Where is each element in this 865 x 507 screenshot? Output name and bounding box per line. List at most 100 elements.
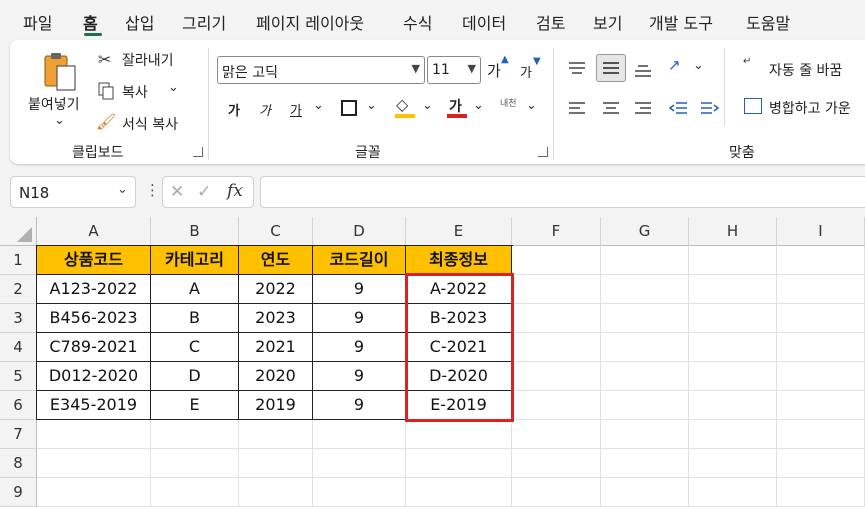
empty-cell[interactable]: [512, 478, 601, 507]
font-name-select[interactable]: 맑은 고딕 ▼: [217, 56, 425, 84]
empty-cell[interactable]: [512, 449, 601, 478]
bold-button[interactable]: 가: [228, 100, 240, 119]
data-cell[interactable]: 2021: [239, 333, 313, 362]
data-cell[interactable]: 9: [313, 362, 406, 391]
empty-cell[interactable]: [151, 420, 239, 449]
format-painter-label[interactable]: 서식 복사: [122, 114, 178, 134]
empty-cell[interactable]: [777, 333, 865, 362]
shrink-font-button[interactable]: 가: [520, 62, 532, 81]
data-cell[interactable]: D012-2020: [37, 362, 151, 391]
data-cell[interactable]: E-2019: [406, 391, 512, 420]
column-header[interactable]: H: [689, 217, 777, 246]
orientation-dropdown-icon[interactable]: ⌄: [693, 58, 704, 73]
data-cell[interactable]: B: [151, 304, 239, 333]
data-cell[interactable]: 2022: [239, 275, 313, 304]
cancel-icon[interactable]: ✕: [170, 182, 184, 202]
empty-cell[interactable]: [239, 478, 313, 507]
empty-cell[interactable]: [406, 449, 512, 478]
empty-cell[interactable]: [601, 420, 689, 449]
data-cell[interactable]: B-2023: [406, 304, 512, 333]
copy-label[interactable]: 복사: [122, 82, 148, 102]
tab-data[interactable]: 데이터: [462, 10, 506, 34]
formula-input[interactable]: [260, 176, 865, 208]
empty-cell[interactable]: [37, 420, 151, 449]
font-color-dropdown-icon[interactable]: ⌄: [473, 98, 484, 113]
grow-font-button[interactable]: 가: [487, 60, 501, 81]
data-cell[interactable]: 2023: [239, 304, 313, 333]
row-header[interactable]: 3: [0, 304, 37, 333]
row-header[interactable]: 1: [0, 246, 37, 275]
empty-cell[interactable]: [313, 449, 406, 478]
column-header[interactable]: C: [239, 217, 313, 246]
empty-cell[interactable]: [689, 246, 777, 275]
data-cell[interactable]: 9: [313, 333, 406, 362]
column-header[interactable]: B: [151, 217, 239, 246]
align-middle-button[interactable]: [596, 54, 626, 82]
empty-cell[interactable]: [601, 391, 689, 420]
column-header[interactable]: I: [777, 217, 865, 246]
scissors-icon[interactable]: ✂: [98, 50, 111, 69]
confirm-icon[interactable]: ✓: [197, 182, 211, 202]
empty-cell[interactable]: [512, 362, 601, 391]
data-cell[interactable]: 2019: [239, 391, 313, 420]
empty-cell[interactable]: [37, 478, 151, 507]
italic-button[interactable]: 가: [259, 100, 271, 119]
empty-cell[interactable]: [601, 478, 689, 507]
merge-label[interactable]: 병합하고 가운: [769, 98, 851, 118]
fill-color-icon[interactable]: ◇: [396, 95, 408, 114]
data-cell[interactable]: E345-2019: [37, 391, 151, 420]
font-size-select[interactable]: 11 ▼: [427, 56, 481, 84]
empty-cell[interactable]: [689, 420, 777, 449]
data-cell[interactable]: 9: [313, 304, 406, 333]
underline-button[interactable]: 가: [290, 100, 302, 119]
tab-file[interactable]: 파일: [23, 10, 52, 34]
header-cell[interactable]: 코드길이: [313, 246, 406, 275]
data-cell[interactable]: 9: [313, 275, 406, 304]
empty-cell[interactable]: [777, 275, 865, 304]
tab-review[interactable]: 검토: [536, 10, 565, 34]
empty-cell[interactable]: [689, 304, 777, 333]
row-header[interactable]: 9: [0, 478, 37, 507]
empty-cell[interactable]: [512, 275, 601, 304]
phonetic-dropdown-icon[interactable]: ⌄: [526, 98, 537, 113]
underline-dropdown-icon[interactable]: ⌄: [313, 98, 324, 113]
column-header[interactable]: A: [37, 217, 151, 246]
empty-cell[interactable]: [777, 304, 865, 333]
data-cell[interactable]: 9: [313, 391, 406, 420]
empty-cell[interactable]: [406, 420, 512, 449]
empty-cell[interactable]: [239, 420, 313, 449]
empty-cell[interactable]: [37, 449, 151, 478]
empty-cell[interactable]: [777, 246, 865, 275]
border-icon[interactable]: [341, 100, 357, 116]
align-center-icon[interactable]: [602, 100, 620, 114]
row-header[interactable]: 5: [0, 362, 37, 391]
tab-developer[interactable]: 개발 도구: [649, 10, 713, 34]
column-header[interactable]: E: [406, 217, 512, 246]
row-header[interactable]: 7: [0, 420, 37, 449]
empty-cell[interactable]: [601, 304, 689, 333]
tab-help[interactable]: 도움말: [746, 10, 790, 34]
tab-view[interactable]: 보기: [593, 10, 622, 34]
empty-cell[interactable]: [512, 391, 601, 420]
row-header[interactable]: 8: [0, 449, 37, 478]
tab-formulas[interactable]: 수식: [403, 10, 432, 34]
orientation-icon[interactable]: ↗: [668, 56, 681, 74]
data-cell[interactable]: A-2022: [406, 275, 512, 304]
font-color-button[interactable]: 가: [449, 96, 462, 116]
paste-icon[interactable]: [40, 52, 80, 94]
data-cell[interactable]: B456-2023: [37, 304, 151, 333]
empty-cell[interactable]: [151, 449, 239, 478]
align-right-icon[interactable]: [634, 100, 652, 114]
header-cell[interactable]: 최종정보: [406, 246, 512, 275]
clipboard-launcher-icon[interactable]: [193, 147, 203, 157]
more-options-icon[interactable]: ⋮: [145, 181, 160, 199]
data-cell[interactable]: A123-2022: [37, 275, 151, 304]
data-cell[interactable]: C-2021: [406, 333, 512, 362]
empty-cell[interactable]: [313, 478, 406, 507]
empty-cell[interactable]: [777, 391, 865, 420]
align-left-icon[interactable]: [568, 100, 586, 114]
empty-cell[interactable]: [601, 362, 689, 391]
wrap-text-icon[interactable]: ↵: [743, 56, 751, 67]
row-header[interactable]: 4: [0, 333, 37, 362]
column-header[interactable]: F: [512, 217, 601, 246]
